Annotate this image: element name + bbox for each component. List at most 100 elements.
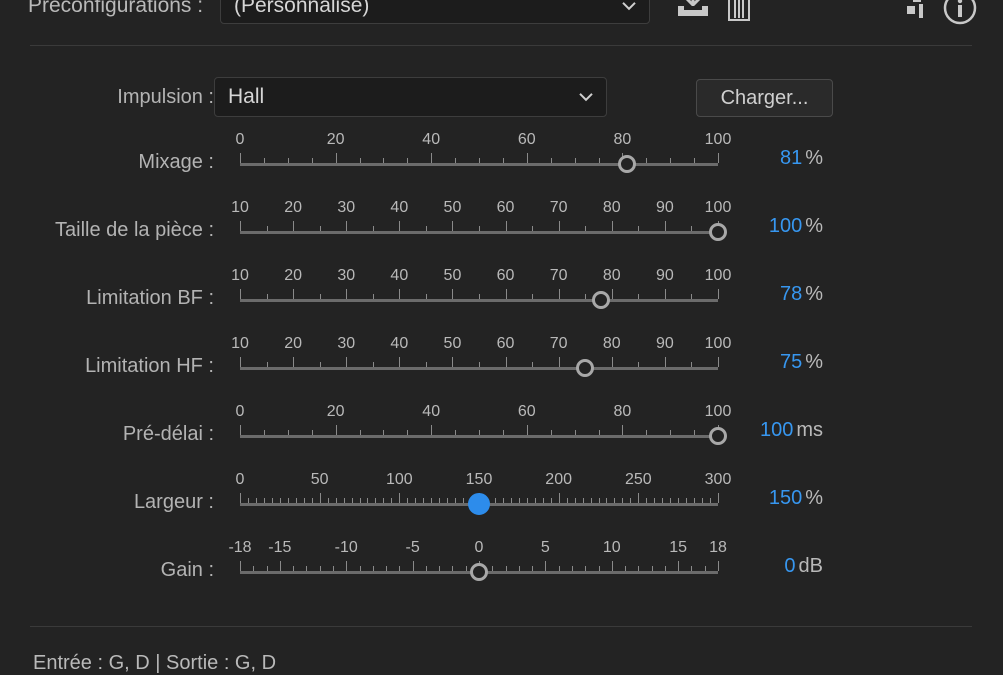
slider-major-tick [678, 561, 680, 571]
slider-thumb[interactable] [470, 563, 488, 581]
slider-value-number[interactable]: 78 [780, 283, 802, 305]
slider-major-tick [399, 493, 401, 503]
slider-tick [447, 498, 449, 503]
slider-tick-label: 10 [602, 539, 621, 556]
slider-value[interactable]: 81% [780, 147, 823, 170]
slider-value-number[interactable]: 100 [769, 215, 802, 237]
slider-tick [407, 158, 409, 163]
slider-value-unit: ms [796, 419, 823, 441]
slider-tick [550, 158, 552, 163]
slider-tick-label: 50 [443, 199, 462, 216]
slider-tick [638, 294, 640, 299]
slider-tick [691, 226, 693, 231]
slider-value-unit: % [805, 283, 823, 305]
slider-tick-label: 70 [549, 335, 568, 352]
slider-tick-label: 18 [709, 539, 727, 556]
slider-tick [479, 226, 480, 231]
slider-value[interactable]: 150% [769, 487, 823, 510]
slider-major-tick [412, 561, 414, 571]
slider-thumb[interactable] [618, 155, 637, 173]
slider-tick [670, 158, 672, 163]
slider-tick [383, 158, 385, 163]
slider-tick [606, 498, 608, 503]
slider-tick-label: 40 [422, 131, 441, 148]
slider-row-mixage: Mixage : 0 20 40 60 80 100 81% [0, 128, 1003, 188]
slider-tick [279, 498, 281, 503]
slider-major-tick [399, 357, 401, 367]
slider-major-tick [452, 357, 454, 367]
slider-label: Gain : [160, 559, 214, 581]
slider-major-tick [240, 153, 241, 163]
slider-tick [311, 158, 313, 163]
impulse-dropdown[interactable]: Hall [214, 77, 607, 117]
slider-major-tick [664, 357, 666, 367]
chevron-down-icon [621, 0, 637, 17]
slider-value[interactable]: 100% [769, 215, 823, 238]
slider-value[interactable]: 78% [780, 283, 823, 306]
slider-value[interactable]: 0 dB [784, 555, 823, 578]
slider-tick [431, 498, 433, 503]
slider-value-unit: % [805, 487, 823, 509]
slider-tick [638, 362, 640, 367]
slider-thumb[interactable] [468, 493, 490, 515]
slider-row-pre-delai: Pré-délai :0 20 40 60 80 100 100 ms [0, 400, 1003, 460]
slider-value[interactable]: 100 ms [760, 419, 823, 442]
slider-major-tick [335, 153, 337, 163]
slider-track[interactable] [240, 231, 718, 234]
slider-major-tick [545, 561, 547, 571]
slider-tick [359, 566, 361, 571]
trash-icon[interactable] [727, 0, 751, 27]
slider-tick [505, 566, 507, 571]
routing-icon[interactable] [905, 0, 929, 25]
slider-track[interactable] [240, 163, 718, 166]
slider-major-tick [664, 289, 666, 299]
slider-tick-label: 90 [655, 335, 674, 352]
slider-value-number[interactable]: 75 [780, 351, 802, 373]
slider-thumb[interactable] [709, 427, 727, 445]
slider-tick-label: 100 [704, 131, 732, 148]
slider-tick [691, 362, 693, 367]
slider-value-number[interactable]: 81 [780, 147, 802, 169]
slider-tick [425, 566, 427, 571]
slider-tick-label: 30 [337, 267, 356, 284]
slider-tick [558, 566, 560, 571]
slider-tick [479, 430, 480, 435]
slider-tick [263, 498, 265, 503]
slider-tick-label: 80 [613, 131, 632, 148]
slider-tick [463, 498, 465, 503]
slider-thumb[interactable] [709, 223, 727, 241]
slider-track[interactable] [240, 435, 718, 438]
load-button[interactable]: Charger... [696, 79, 833, 117]
slider-major-tick [664, 221, 666, 231]
slider-tick [694, 498, 696, 503]
slider-tick-label: -15 [268, 539, 292, 556]
slider-value[interactable]: 75% [780, 351, 823, 374]
download-tray-icon[interactable] [676, 0, 710, 25]
slider-value-number[interactable]: 0 [784, 555, 795, 577]
info-icon[interactable] [943, 0, 977, 30]
slider-tick-label: 70 [549, 267, 568, 284]
slider-tick-label: 100 [385, 471, 413, 488]
presets-dropdown[interactable]: (Personnalisé) [220, 0, 650, 24]
slider-tick [399, 566, 401, 571]
slider-tick [266, 566, 268, 571]
slider-tick-label: 20 [326, 403, 345, 420]
slider-tick-label: 60 [496, 335, 515, 352]
slider-track[interactable] [240, 299, 718, 302]
slider-value-number[interactable]: 100 [760, 419, 793, 441]
slider-tick-label: 200 [545, 471, 573, 488]
slider-value-number[interactable]: 150 [769, 487, 802, 509]
slider-tick [266, 294, 268, 299]
slider-tick [372, 566, 374, 571]
slider-tick [372, 294, 374, 299]
slider-tick [343, 498, 345, 503]
slider-thumb[interactable] [592, 291, 611, 309]
slider-thumb[interactable] [576, 359, 595, 377]
slider-tick [598, 566, 600, 571]
slider-tick [614, 498, 616, 503]
slider-tick [479, 158, 480, 163]
slider-tick [502, 498, 504, 503]
slider-tick [255, 498, 257, 503]
slider-tick [359, 498, 361, 503]
slider-track[interactable] [240, 367, 718, 370]
